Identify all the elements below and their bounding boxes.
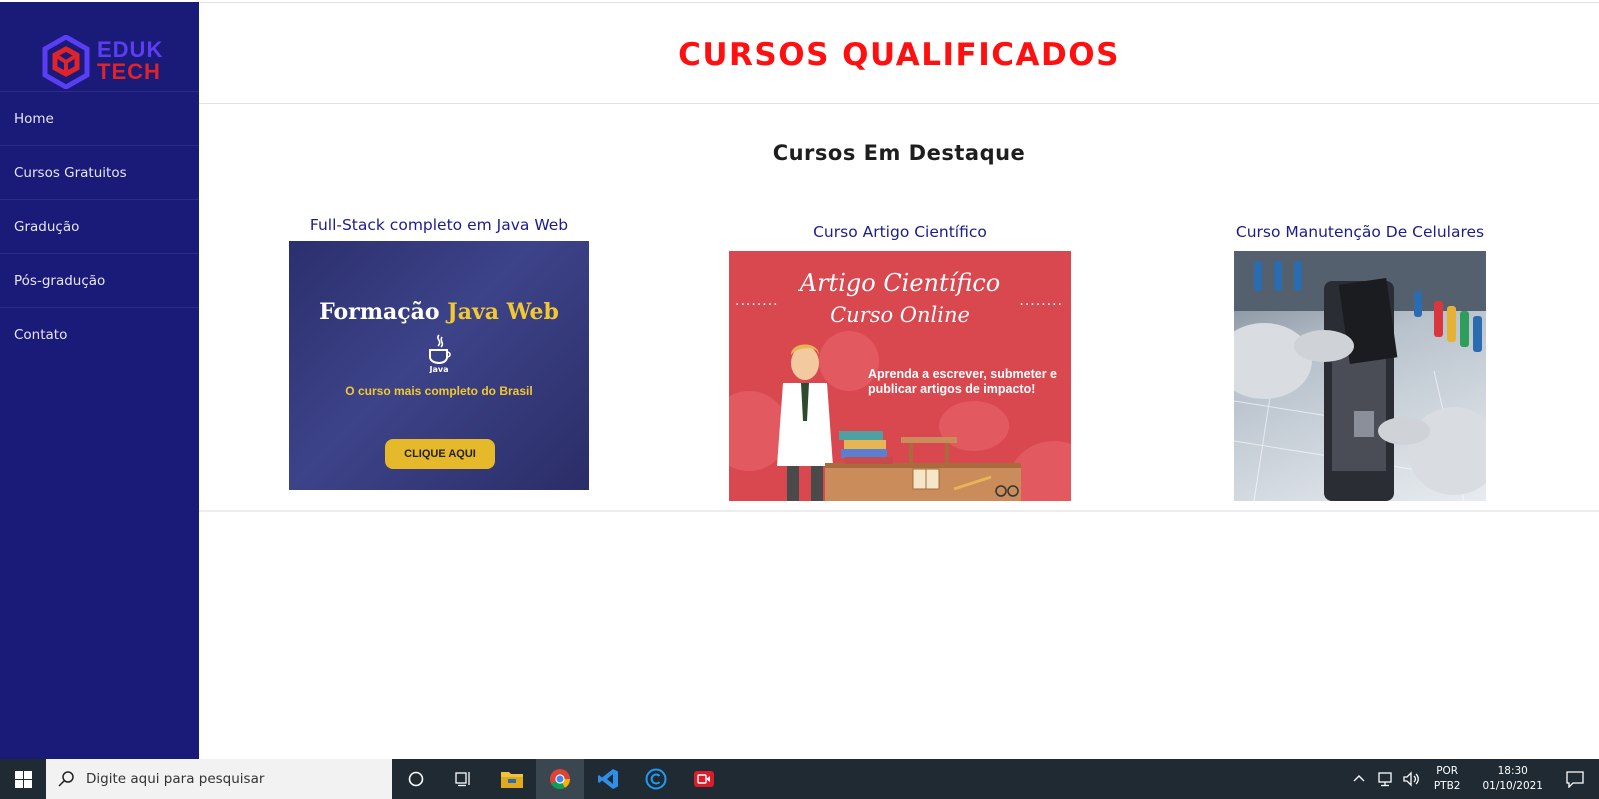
page-header: CURSOS QUALIFICADOS bbox=[199, 2, 1599, 104]
start-button[interactable] bbox=[0, 759, 46, 799]
chrome-icon bbox=[550, 769, 571, 790]
task-view-button[interactable] bbox=[440, 759, 488, 799]
search-icon bbox=[58, 771, 74, 787]
network-icon[interactable] bbox=[1376, 771, 1394, 787]
java-cup-icon: Java bbox=[429, 334, 451, 373]
logo[interactable]: EDUK TECH bbox=[42, 35, 182, 95]
screen-recorder-button[interactable] bbox=[680, 759, 728, 799]
windows-logo-icon bbox=[14, 770, 32, 788]
folder-icon bbox=[501, 772, 523, 788]
sidebar-item-cursos-gratuitos[interactable]: Cursos Gratuitos bbox=[0, 145, 199, 199]
logo-line2: TECH bbox=[97, 59, 161, 84]
lang-line1: POR bbox=[1436, 765, 1459, 777]
scientist-illustration-icon bbox=[777, 344, 1021, 501]
sidebar-item-graduacao[interactable]: Gradução bbox=[0, 199, 199, 253]
c-app-button[interactable] bbox=[632, 759, 680, 799]
content-divider bbox=[199, 510, 1599, 512]
cortana-button[interactable] bbox=[392, 759, 440, 799]
course-banner-java[interactable]: Formação Java Web Java O curso mais comp… bbox=[289, 241, 589, 490]
clock[interactable]: 18:30 01/10/2021 bbox=[1482, 764, 1543, 794]
java-banner-heading-b: Java Web bbox=[447, 299, 559, 325]
clock-date: 01/10/2021 bbox=[1482, 780, 1543, 792]
sidebar-item-home[interactable]: Home bbox=[0, 91, 199, 145]
search-placeholder: Digite aqui para pesquisar bbox=[86, 771, 265, 787]
course-banner-artigo[interactable]: ........ ........ Artigo Científico Curs… bbox=[729, 251, 1071, 501]
course-title-java[interactable]: Full-Stack completo em Java Web bbox=[289, 216, 589, 234]
course-title-artigo[interactable]: Curso Artigo Científico bbox=[729, 223, 1071, 241]
java-banner-heading: Formação Java Web bbox=[289, 299, 589, 325]
logo-text: EDUK TECH bbox=[97, 39, 163, 83]
windows-taskbar: Digite aqui para pesquisar POR PTB2 18:3… bbox=[0, 759, 1599, 799]
clock-time: 18:30 bbox=[1497, 765, 1528, 777]
phone-repair-photo-icon bbox=[1234, 251, 1486, 501]
course-title-celular[interactable]: Curso Manutenção De Celulares bbox=[1214, 223, 1506, 241]
vscode-icon bbox=[598, 769, 618, 789]
notifications-icon[interactable] bbox=[1565, 770, 1585, 788]
java-logo-text: Java bbox=[429, 365, 449, 373]
java-banner-cta-button[interactable]: CLIQUE AQUI bbox=[385, 439, 495, 469]
course-banner-celular[interactable] bbox=[1234, 251, 1486, 501]
sidebar: EDUK TECH Home Cursos Gratuitos Gradução… bbox=[0, 2, 199, 759]
screen-recorder-icon bbox=[694, 771, 714, 787]
input-language-indicator[interactable]: POR PTB2 bbox=[1434, 764, 1461, 794]
java-banner-subtitle: O curso mais completo do Brasil bbox=[345, 384, 533, 398]
volume-icon[interactable] bbox=[1402, 771, 1420, 787]
section-title: Cursos Em Destaque bbox=[772, 141, 1026, 165]
cortana-circle-icon bbox=[408, 771, 424, 787]
task-view-icon bbox=[455, 772, 470, 787]
sidebar-nav: Home Cursos Gratuitos Gradução Pós-gradu… bbox=[0, 91, 199, 361]
chevron-up-icon[interactable] bbox=[1352, 772, 1366, 786]
java-banner-heading-a: Formação bbox=[319, 299, 440, 325]
page-title: CURSOS QUALIFICADOS bbox=[678, 37, 1120, 73]
screen: EDUK TECH Home Cursos Gratuitos Gradução… bbox=[0, 0, 1599, 799]
sidebar-item-contato[interactable]: Contato bbox=[0, 307, 199, 361]
logo-line1: EDUK bbox=[97, 37, 164, 62]
logo-hexagon-icon bbox=[42, 35, 90, 89]
c-circle-app-icon bbox=[645, 768, 667, 790]
vscode-button[interactable] bbox=[584, 759, 632, 799]
taskbar-search-box[interactable]: Digite aqui para pesquisar bbox=[46, 759, 392, 799]
file-explorer-button[interactable] bbox=[488, 759, 536, 799]
lang-line2: PTB2 bbox=[1433, 780, 1461, 792]
chrome-button[interactable] bbox=[536, 759, 584, 799]
sidebar-item-pos-graduacao[interactable]: Pós-gradução bbox=[0, 253, 199, 307]
system-tray: POR PTB2 18:30 01/10/2021 bbox=[1346, 759, 1599, 799]
